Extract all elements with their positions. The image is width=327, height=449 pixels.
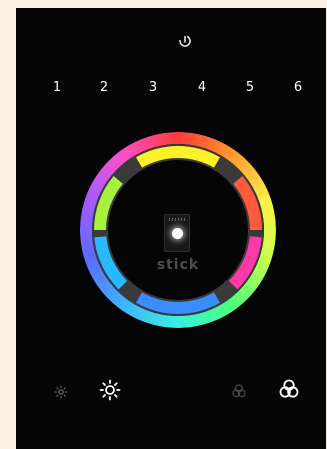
device-indicator [164,214,190,252]
color-cycle-icon[interactable] [278,378,300,400]
zone-button-4[interactable]: 4 [192,79,212,97]
brightness-up-icon[interactable] [99,379,121,401]
zone-selector: 1 2 3 4 5 6 [16,79,326,97]
zone-button-6[interactable]: 6 [288,79,308,97]
zone-button-3[interactable]: 3 [143,79,163,97]
zone-button-2[interactable]: 2 [94,79,114,97]
zone-button-1[interactable]: 1 [47,79,67,97]
controller-panel: 1 2 3 4 5 6 stick [16,8,326,449]
power-icon[interactable] [178,34,192,48]
brightness-down-icon[interactable] [54,385,68,399]
device-grill [169,218,186,221]
color-cycle-dim-icon[interactable] [231,383,247,399]
brand-logo: stick [156,257,200,273]
zone-button-5[interactable]: 5 [240,79,260,97]
status-led [172,228,183,239]
